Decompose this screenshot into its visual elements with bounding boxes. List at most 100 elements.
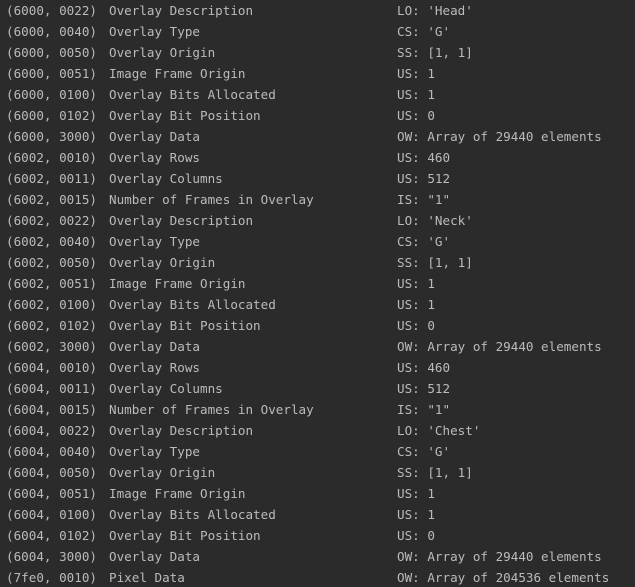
- dicom-tag: (6002, 0051): [6, 276, 97, 291]
- console-line: (6004, 0050) Overlay Origin SS: [1, 1]: [6, 462, 635, 483]
- attribute-value: SS: [1, 1]: [397, 255, 473, 270]
- console-line: (6002, 0040) Overlay Type CS: 'G': [6, 231, 635, 252]
- console-line: (6004, 0022) Overlay Description LO: 'Ches…: [6, 420, 635, 441]
- console-line: (6000, 0100) Overlay Bits Allocated US: 1: [6, 84, 635, 105]
- console-line: (6000, 0022) Overlay Description LO: 'Head…: [6, 0, 635, 21]
- attribute-name: Overlay Origin: [109, 45, 216, 60]
- dicom-tag: (6004, 0100): [6, 507, 97, 522]
- console-line: (6004, 0051) Image Frame Origin US: 1: [6, 483, 635, 504]
- attribute-name: Overlay Rows: [109, 360, 200, 375]
- console-line: (6004, 0011) Overlay Columns US: 512: [6, 378, 635, 399]
- attribute-name: Overlay Bit Position: [109, 318, 261, 333]
- console-line: (6004, 0040) Overlay Type CS: 'G': [6, 441, 635, 462]
- dicom-tag: (6002, 0040): [6, 234, 97, 249]
- attribute-value: US: 0: [397, 528, 435, 543]
- dicom-tag: (6004, 0051): [6, 486, 97, 501]
- dicom-tag: (6004, 0040): [6, 444, 97, 459]
- dicom-tag: (6000, 0050): [6, 45, 97, 60]
- attribute-value: US: 1: [397, 276, 435, 291]
- attribute-value: IS: "1": [397, 192, 451, 207]
- console-line: (6002, 0010) Overlay Rows US: 460: [6, 147, 635, 168]
- console-output: (6000, 0022) Overlay Description LO: 'Head…: [0, 0, 635, 587]
- attribute-value: SS: [1, 1]: [397, 465, 473, 480]
- console-line: (6004, 0102) Overlay Bit Position US: 0: [6, 525, 635, 546]
- attribute-name: Overlay Columns: [109, 381, 223, 396]
- attribute-name: Overlay Columns: [109, 171, 223, 186]
- attribute-value: CS: 'G': [397, 24, 451, 39]
- dicom-tag: (6000, 0100): [6, 87, 97, 102]
- console-line: (6000, 0050) Overlay Origin SS: [1, 1]: [6, 42, 635, 63]
- attribute-name: Overlay Data: [109, 339, 200, 354]
- attribute-name: Overlay Type: [109, 234, 200, 249]
- attribute-name: Overlay Type: [109, 24, 200, 39]
- attribute-value: US: 0: [397, 318, 435, 333]
- console-line: (6004, 0010) Overlay Rows US: 460: [6, 357, 635, 378]
- attribute-value: SS: [1, 1]: [397, 45, 473, 60]
- dicom-tag: (6002, 0011): [6, 171, 97, 186]
- attribute-value: OW: Array of 29440 elements: [397, 339, 602, 354]
- attribute-name: Overlay Rows: [109, 150, 200, 165]
- attribute-name: Overlay Origin: [109, 255, 216, 270]
- dicom-tag: (6002, 0050): [6, 255, 97, 270]
- dicom-tag: (6002, 3000): [6, 339, 97, 354]
- attribute-value: LO: 'Head': [397, 3, 473, 18]
- attribute-value: OW: Array of 29440 elements: [397, 549, 602, 564]
- attribute-value: US: 512: [397, 171, 451, 186]
- attribute-value: US: 1: [397, 87, 435, 102]
- attribute-value: CS: 'G': [397, 444, 451, 459]
- dicom-tag: (6002, 0100): [6, 297, 97, 312]
- dicom-tag: (6002, 0010): [6, 150, 97, 165]
- attribute-value: US: 1: [397, 507, 435, 522]
- console-line: (6000, 0102) Overlay Bit Position US: 0: [6, 105, 635, 126]
- console-line: (6000, 0040) Overlay Type CS: 'G': [6, 21, 635, 42]
- attribute-value: US: 0: [397, 108, 435, 123]
- attribute-value: US: 1: [397, 66, 435, 81]
- attribute-name: Overlay Bits Allocated: [109, 87, 276, 102]
- attribute-name: Overlay Description: [109, 3, 254, 18]
- dicom-tag: (6002, 0022): [6, 213, 97, 228]
- console-line: (6002, 0015) Number of Frames in Overlay I…: [6, 189, 635, 210]
- console-line: (6002, 0050) Overlay Origin SS: [1, 1]: [6, 252, 635, 273]
- attribute-name: Pixel Data: [109, 570, 185, 585]
- attribute-name: Overlay Type: [109, 444, 200, 459]
- console-line: (6002, 0011) Overlay Columns US: 512: [6, 168, 635, 189]
- dicom-tag: (6004, 0010): [6, 360, 97, 375]
- dicom-tag: (6004, 0022): [6, 423, 97, 438]
- dicom-tag: (6000, 0051): [6, 66, 97, 81]
- dicom-tag: (6004, 3000): [6, 549, 97, 564]
- console-line: (6004, 3000) Overlay Data OW: Array of 294…: [6, 546, 635, 567]
- attribute-value: IS: "1": [397, 402, 451, 417]
- console-line: (6000, 3000) Overlay Data OW: Array of 294…: [6, 126, 635, 147]
- dicom-tag: (6000, 0040): [6, 24, 97, 39]
- attribute-name: Image Frame Origin: [109, 66, 246, 81]
- attribute-name: Overlay Bits Allocated: [109, 507, 276, 522]
- console-line: (6002, 0051) Image Frame Origin US: 1: [6, 273, 635, 294]
- attribute-value: US: 1: [397, 297, 435, 312]
- dicom-tag: (6004, 0050): [6, 465, 97, 480]
- dicom-tag: (6000, 3000): [6, 129, 97, 144]
- console-line: (6002, 3000) Overlay Data OW: Array of 294…: [6, 336, 635, 357]
- dicom-tag: (6000, 0102): [6, 108, 97, 123]
- attribute-name: Number of Frames in Overlay: [109, 402, 314, 417]
- dicom-tag: (6004, 0011): [6, 381, 97, 396]
- attribute-name: Number of Frames in Overlay: [109, 192, 314, 207]
- dicom-tag: (6002, 0015): [6, 192, 97, 207]
- attribute-name: Image Frame Origin: [109, 276, 246, 291]
- dicom-tag: (7fe0, 0010): [6, 570, 97, 585]
- attribute-value: US: 460: [397, 360, 451, 375]
- console-line: (6002, 0100) Overlay Bits Allocated US: 1: [6, 294, 635, 315]
- attribute-value: US: 512: [397, 381, 451, 396]
- attribute-value: US: 1: [397, 486, 435, 501]
- console-line: (6002, 0102) Overlay Bit Position US: 0: [6, 315, 635, 336]
- attribute-value: CS: 'G': [397, 234, 451, 249]
- console-line: (6004, 0100) Overlay Bits Allocated US: 1: [6, 504, 635, 525]
- attribute-value: OW: Array of 204536 elements: [397, 570, 610, 585]
- console-line: (6004, 0015) Number of Frames in Overlay I…: [6, 399, 635, 420]
- dicom-tag: (6000, 0022): [6, 3, 97, 18]
- console-line: (7fe0, 0010) Pixel Data OW: Array of 20453…: [6, 567, 635, 587]
- attribute-name: Overlay Description: [109, 213, 254, 228]
- attribute-name: Overlay Origin: [109, 465, 216, 480]
- attribute-name: Overlay Bit Position: [109, 108, 261, 123]
- dicom-tag: (6004, 0102): [6, 528, 97, 543]
- attribute-value: OW: Array of 29440 elements: [397, 129, 602, 144]
